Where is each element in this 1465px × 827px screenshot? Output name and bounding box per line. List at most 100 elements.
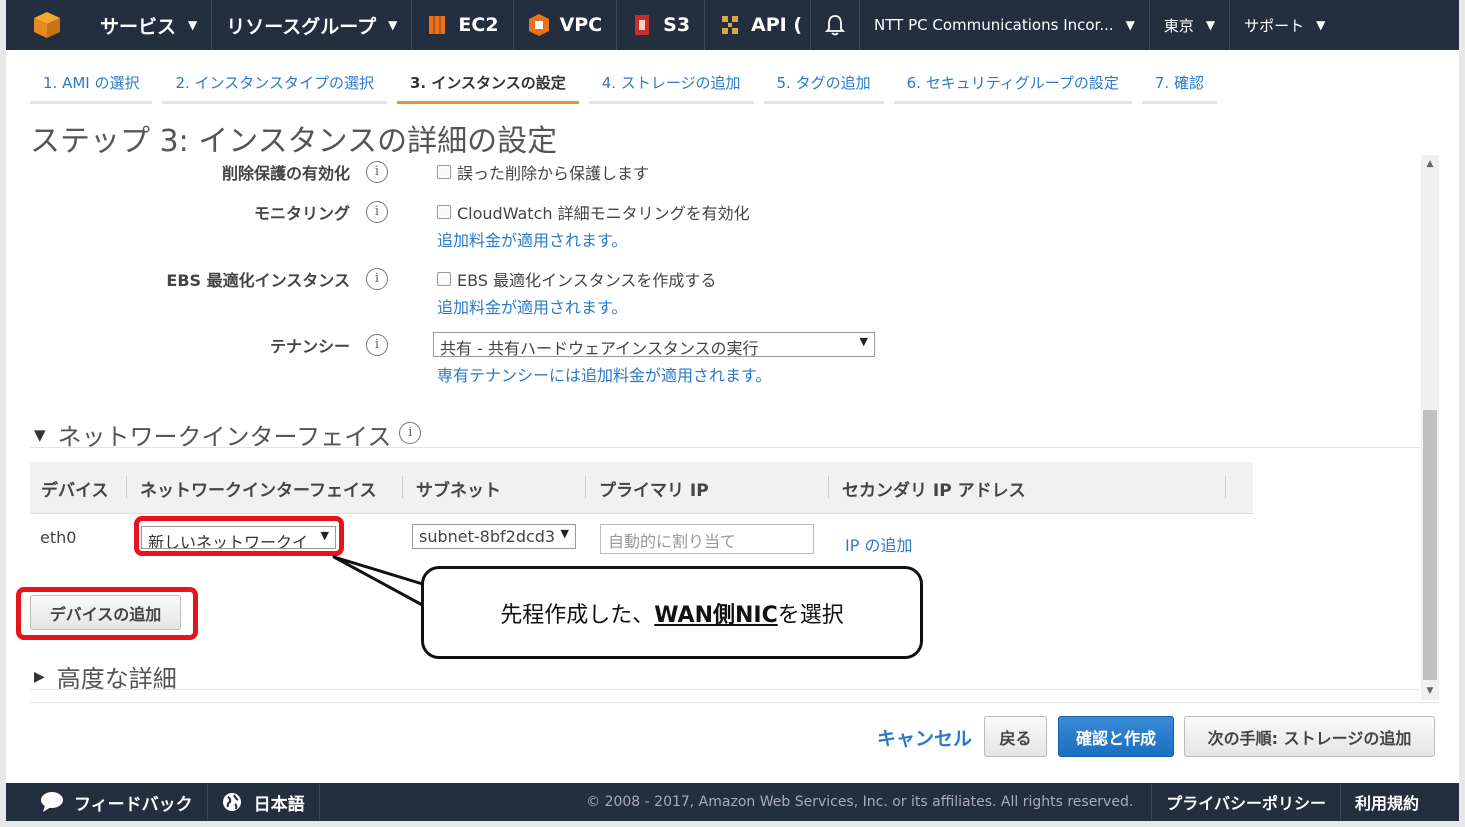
checkbox-box[interactable] <box>437 165 451 179</box>
info-icon[interactable]: i <box>366 334 388 356</box>
api-gateway-icon <box>722 16 739 34</box>
monitoring-label: モニタリング <box>253 204 350 223</box>
dropdown-arrow-icon: ▼ <box>560 527 569 540</box>
vpc-label: VPC <box>559 14 603 36</box>
info-icon[interactable]: i <box>399 421 422 444</box>
network-interface-value: 新しいネットワークイ <box>148 533 309 549</box>
info-icon[interactable]: i <box>366 268 388 290</box>
monitoring-checkbox[interactable]: CloudWatch 詳細モニタリングを有効化 <box>437 200 750 224</box>
ebs-optimized-checkbox[interactable]: EBS 最適化インスタンスを作成する <box>437 267 716 291</box>
terms-of-use-link[interactable]: 利用規約 <box>1341 783 1459 821</box>
monitoring-text: CloudWatch 詳細モニタリングを有効化 <box>457 204 750 223</box>
dropdown-arrow-icon: ▼ <box>320 529 329 542</box>
checkbox-box[interactable] <box>437 272 451 286</box>
tab-choose-ami[interactable]: 1. AMI の選択 <box>30 62 153 104</box>
primary-ip-input[interactable]: 自動的に割り当て <box>600 524 814 554</box>
chevron-down-icon: ▼ <box>188 18 198 32</box>
termination-protection-checkbox[interactable]: 誤った削除から保護します <box>437 160 649 184</box>
add-ip-link[interactable]: IP の追加 <box>845 532 912 556</box>
annotation-callout: 先程作成した、 WAN側NIC を選択 <box>421 566 923 659</box>
feedback-button[interactable]: フィードバック <box>6 783 208 821</box>
device-eth0: eth0 <box>40 528 77 547</box>
resource-groups-menu[interactable]: リソースグループ ▼ <box>212 0 413 50</box>
back-button[interactable]: 戻る <box>984 716 1047 757</box>
tab-add-storage[interactable]: 4. ストレージの追加 <box>588 62 754 104</box>
callout-text-emphasis: WAN側NIC <box>654 602 778 628</box>
api-shortcut[interactable]: API ( <box>705 0 812 50</box>
chevron-down-icon: ▼ <box>1125 18 1135 32</box>
network-interface-select[interactable]: 新しいネットワークイ ▼ <box>141 526 336 549</box>
account-menu[interactable]: NTT PC Communications Incor... ▼ <box>860 0 1150 50</box>
column-separator <box>1225 476 1226 498</box>
column-separator <box>402 476 403 498</box>
section-divider <box>30 689 1420 690</box>
add-device-button[interactable]: デバイスの追加 <box>30 595 181 630</box>
tab-security-group[interactable]: 6. セキュリティグループの設定 <box>893 62 1132 104</box>
support-menu[interactable]: サポート ▼ <box>1230 0 1339 50</box>
section-divider <box>30 702 1439 703</box>
s3-icon <box>635 15 650 35</box>
api-label: API ( <box>751 14 803 36</box>
review-and-launch-button[interactable]: 確認と作成 <box>1058 716 1174 757</box>
info-icon[interactable]: i <box>366 161 388 183</box>
info-icon[interactable]: i <box>366 201 388 223</box>
scroll-up-icon[interactable]: ▲ <box>1421 159 1439 169</box>
chevron-down-icon: ▼ <box>388 18 398 32</box>
tab-instance-type[interactable]: 2. インスタンスタイプの選択 <box>162 62 387 104</box>
scrollbar-thumb[interactable] <box>1423 410 1437 680</box>
subnet-value: subnet-8bf2dcd3 <box>419 527 556 546</box>
support-label: サポート <box>1244 16 1305 35</box>
section-divider <box>30 447 1420 448</box>
tenancy-label: テナンシー <box>269 337 350 356</box>
checkbox-box[interactable] <box>437 205 451 219</box>
page-title: ステップ 3: インスタンスの詳細の設定 <box>30 124 558 159</box>
scrollbar[interactable]: ▲ ▼ <box>1421 155 1439 700</box>
collapse-triangle-icon: ▼ <box>34 425 46 444</box>
scroll-down-icon[interactable]: ▼ <box>1421 686 1439 696</box>
tab-review[interactable]: 7. 確認 <box>1141 62 1217 104</box>
copyright-text: © 2008 - 2017, Amazon Web Services, Inc.… <box>586 783 1153 821</box>
expand-triangle-icon: ▶ <box>34 668 45 685</box>
tab-add-tags[interactable]: 5. タグの追加 <box>763 62 884 104</box>
bell-icon <box>825 15 846 36</box>
speech-bubble-icon <box>41 792 63 812</box>
account-label: NTT PC Communications Incor... <box>874 16 1114 34</box>
ec2-shortcut[interactable]: EC2 <box>412 0 514 50</box>
column-primary-ip: プライマリ IP <box>599 481 709 501</box>
column-network-interface: ネットワークインターフェイス <box>140 481 377 501</box>
language-label: 日本語 <box>253 794 305 815</box>
notifications-button[interactable] <box>811 0 861 50</box>
vpc-shortcut[interactable]: VPC <box>514 0 618 50</box>
tenancy-select[interactable]: 共有 - 共有ハードウェアインスタンスの実行 ▼ <box>433 332 875 357</box>
globe-icon <box>222 793 241 811</box>
subnet-select[interactable]: subnet-8bf2dcd3 ▼ <box>412 524 576 549</box>
nic-table-header: デバイス ネットワークインターフェイス サブネット プライマリ IP セカンダリ… <box>30 462 1253 514</box>
resource-groups-label: リソースグループ <box>226 15 377 38</box>
monitoring-charges-link[interactable]: 追加料金が適用されます。 <box>437 227 627 251</box>
privacy-policy-link[interactable]: プライバシーポリシー <box>1152 783 1341 821</box>
tenancy-value: 共有 - 共有ハードウェアインスタンスの実行 <box>440 339 759 357</box>
language-button[interactable]: 日本語 <box>208 783 320 821</box>
services-menu[interactable]: サービス ▼ <box>86 0 213 50</box>
next-add-storage-button[interactable]: 次の手順: ストレージの追加 <box>1184 716 1435 757</box>
aws-cube-icon[interactable] <box>32 10 62 40</box>
tenancy-charges-link[interactable]: 専有テナンシーには追加料金が適用されます。 <box>437 362 771 386</box>
dropdown-arrow-icon: ▼ <box>859 335 868 348</box>
ebs-optimized-text: EBS 最適化インスタンスを作成する <box>457 271 717 290</box>
column-separator <box>585 476 586 498</box>
callout-text-prefix: 先程作成した、 <box>500 602 655 628</box>
top-navigation: サービス ▼ リソースグループ ▼ EC2 VPC S3 API ( NTT PC … <box>6 0 1459 50</box>
column-subnet: サブネット <box>416 481 501 501</box>
ebs-optimized-label: EBS 最適化インスタンス <box>166 271 350 290</box>
callout-text-suffix: を選択 <box>777 602 844 628</box>
region-menu[interactable]: 東京 ▼ <box>1150 0 1231 50</box>
chevron-down-icon: ▼ <box>1316 18 1326 32</box>
feedback-label: フィードバック <box>74 794 193 815</box>
cancel-link[interactable]: キャンセル <box>877 724 972 751</box>
ebs-charges-link[interactable]: 追加料金が適用されます。 <box>437 294 627 318</box>
footer: フィードバック 日本語 © 2008 - 2017, Amazon Web Se… <box>6 783 1459 821</box>
region-label: 東京 <box>1163 16 1194 35</box>
s3-shortcut[interactable]: S3 <box>617 0 706 50</box>
tab-configure-instance[interactable]: 3. インスタンスの設定 <box>396 62 579 104</box>
s3-label: S3 <box>663 14 691 36</box>
